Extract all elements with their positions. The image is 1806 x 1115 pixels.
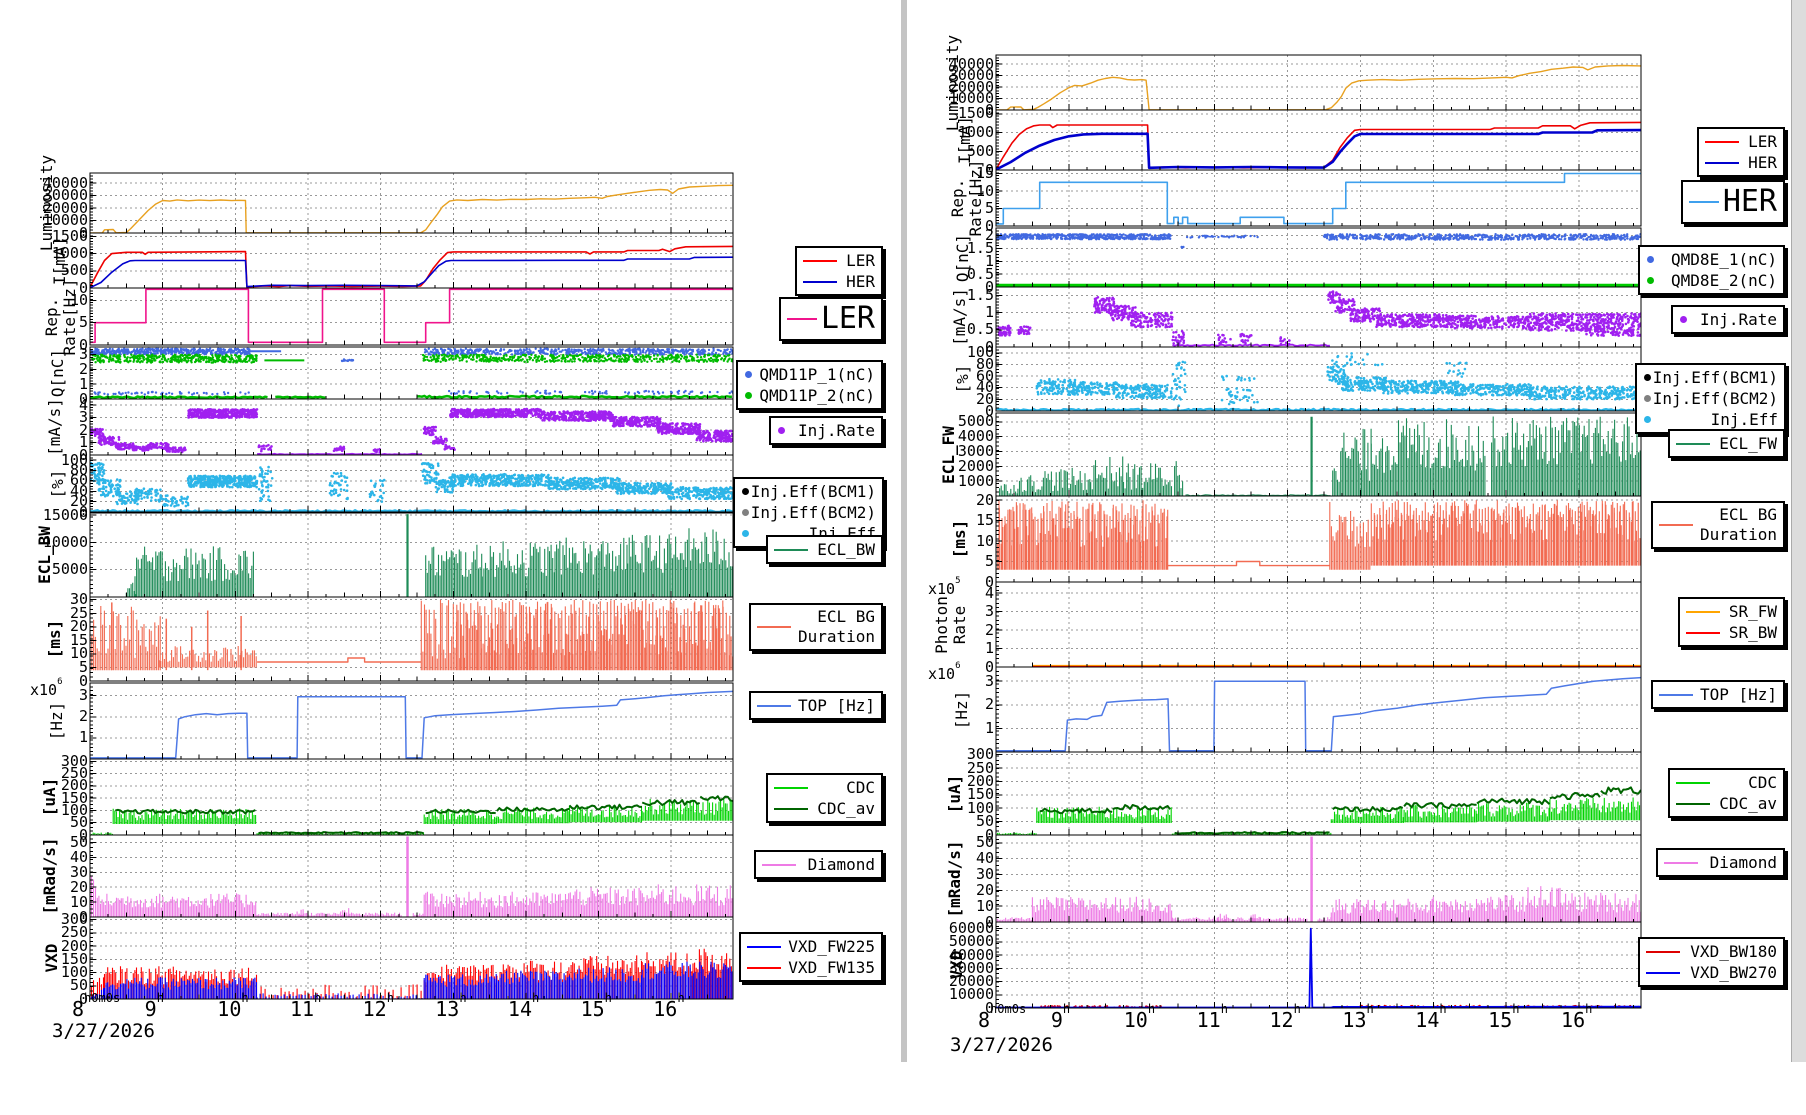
date-label-left: 3/27/2026: [52, 1020, 155, 1042]
plot-ecl-bg-duration: [90, 597, 733, 681]
plot-inj-rate: [996, 287, 1641, 347]
scrollbar-strip[interactable]: [1791, 0, 1806, 1062]
plot-top-rate: [90, 683, 733, 759]
plot-charge: [996, 228, 1641, 287]
plot-cdc-current: [996, 752, 1641, 835]
plot-charge: [90, 347, 733, 399]
plot-beam-current: [90, 233, 733, 288]
plot-diamond-dose: [996, 835, 1641, 922]
plot-inj-eff: [996, 347, 1641, 411]
plot-diamond-dose: [90, 835, 733, 917]
plot-ecl-fw: [996, 413, 1641, 496]
plot-inj-rate: [90, 399, 733, 455]
plot-inj-eff: [90, 455, 733, 512]
plot-luminosity: [90, 173, 733, 233]
plot-cdc-current: [90, 759, 733, 835]
plot-luminosity: [996, 55, 1641, 110]
plot-rep-rate: [90, 288, 733, 345]
plot-beam-current: [996, 110, 1641, 170]
plot-ecl-bw: [90, 513, 733, 597]
plot-top-rate: [996, 667, 1641, 752]
plot-photon-rate: [996, 582, 1641, 667]
plot-rep-rate: [996, 170, 1641, 226]
window-divider: [901, 0, 907, 1062]
plot-vxd-dose: [996, 922, 1641, 1008]
beam-monitor-dashboard: 010000200003000040000Luminosity050010001…: [0, 0, 1806, 1062]
plot-vxd-dose: [90, 917, 733, 999]
date-label-right: 3/27/2026: [950, 1034, 1053, 1056]
plot-ecl-bg-duration: [996, 496, 1641, 582]
